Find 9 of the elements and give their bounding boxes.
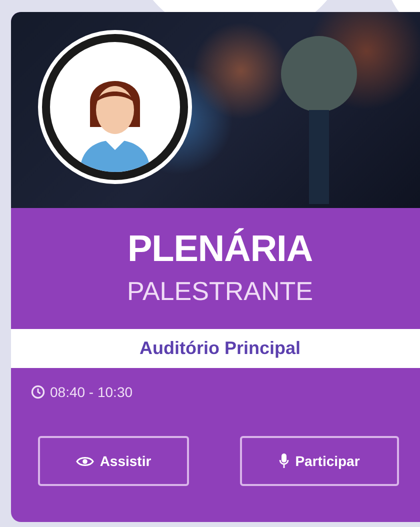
session-role: PALESTRANTE	[126, 276, 314, 307]
watch-button[interactable]: Assistir	[38, 436, 189, 486]
microphone-icon	[279, 453, 290, 469]
participate-button[interactable]: Participar	[240, 436, 399, 486]
clock-icon	[31, 385, 45, 399]
eye-icon	[76, 456, 94, 466]
session-title: PLENÁRIA	[126, 228, 314, 270]
session-time: 08:40 - 10:30	[50, 384, 133, 400]
room-name: Auditório Principal	[11, 329, 420, 368]
